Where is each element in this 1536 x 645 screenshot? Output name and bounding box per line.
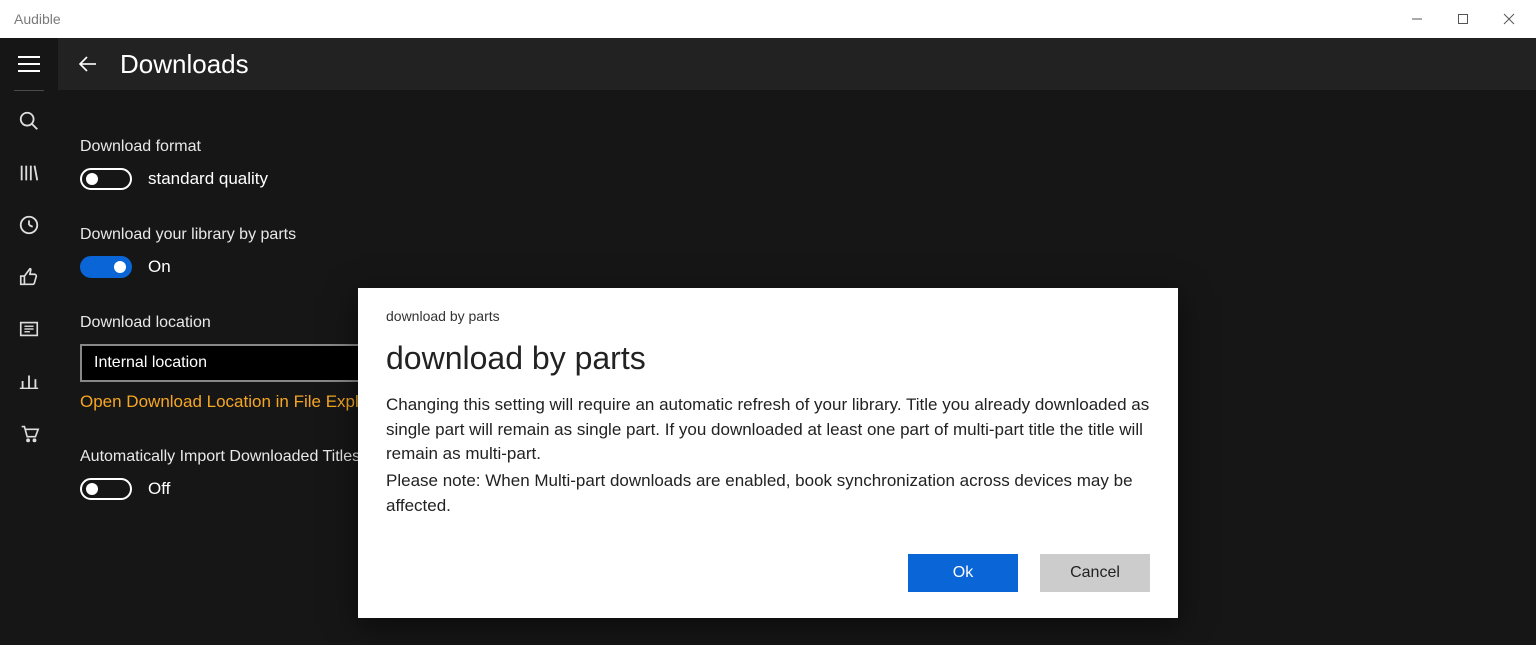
auto-import-value: Off	[148, 479, 170, 499]
minimize-button[interactable]	[1394, 4, 1440, 34]
titlebar: Audible	[0, 0, 1536, 38]
download-format-value: standard quality	[148, 169, 268, 189]
dialog-title: download by parts	[386, 340, 1150, 377]
app-body: Downloads Download format standard quali…	[0, 38, 1536, 645]
cart-icon[interactable]	[0, 407, 58, 459]
thumbs-up-icon[interactable]	[0, 251, 58, 303]
dialog-ok-button[interactable]: Ok	[908, 554, 1018, 592]
download-by-parts-dialog: download by parts download by parts Chan…	[358, 288, 1178, 618]
download-format-label: Download format	[80, 138, 1514, 156]
window-controls	[1394, 4, 1532, 34]
dialog-body-2: Please note: When Multi-part downloads a…	[386, 469, 1150, 518]
download-format-toggle[interactable]	[80, 168, 132, 190]
maximize-button[interactable]	[1440, 4, 1486, 34]
close-button[interactable]	[1486, 4, 1532, 34]
dialog-small-title: download by parts	[386, 308, 1150, 324]
news-icon[interactable]	[0, 303, 58, 355]
dialog-button-row: Ok Cancel	[386, 554, 1150, 592]
sidebar	[0, 38, 58, 645]
app-name: Audible	[14, 11, 61, 27]
download-by-parts-toggle[interactable]	[80, 256, 132, 278]
dialog-cancel-button[interactable]: Cancel	[1040, 554, 1150, 592]
sidebar-divider	[14, 90, 44, 91]
auto-import-toggle[interactable]	[80, 478, 132, 500]
library-icon[interactable]	[0, 147, 58, 199]
stats-icon[interactable]	[0, 355, 58, 407]
hamburger-menu-button[interactable]	[0, 38, 58, 90]
dialog-body-1: Changing this setting will require an au…	[386, 393, 1150, 467]
page-title: Downloads	[120, 49, 249, 80]
download-by-parts-value: On	[148, 257, 171, 277]
back-button[interactable]	[70, 52, 106, 76]
clock-icon[interactable]	[0, 199, 58, 251]
search-icon[interactable]	[0, 95, 58, 147]
page-header: Downloads	[58, 38, 1536, 90]
download-by-parts-label: Download your library by parts	[80, 226, 1514, 244]
download-location-value: Internal location	[94, 354, 207, 372]
